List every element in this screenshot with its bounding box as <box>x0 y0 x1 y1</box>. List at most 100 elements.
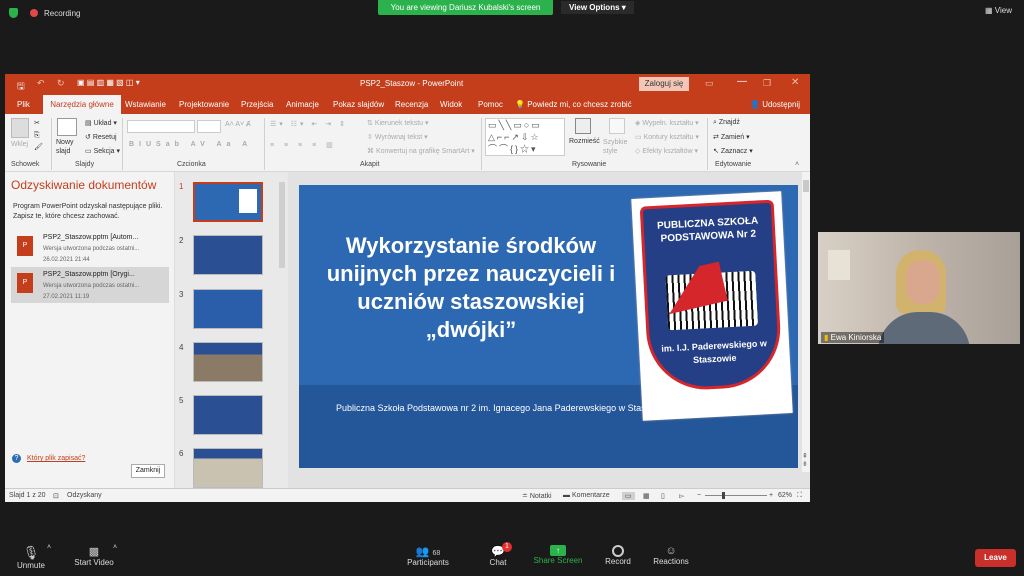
tab-design[interactable]: Projektowanie <box>179 100 229 109</box>
reset-button[interactable]: ↺ Resetuj <box>85 133 117 141</box>
close-icon[interactable]: ✕ <box>791 77 799 88</box>
title-bar: 🖫 ↶ ↻ ▣ ▤ ▥ ▦ ▧ ◫ ▾ PSP2_Staszow - Power… <box>5 74 810 94</box>
new-slide-label[interactable]: Nowy slajd <box>56 138 80 156</box>
slide-thumbnail[interactable] <box>193 395 263 435</box>
thumbnail-scrollbar[interactable] <box>279 182 285 268</box>
sorter-view-icon[interactable]: ▦ <box>643 492 650 500</box>
divider <box>122 118 123 170</box>
participants-icon: 👥 68 <box>415 546 441 558</box>
slide-counter: Slajd 1 z 20 <box>9 492 46 499</box>
slide-thumbnail-selected[interactable] <box>193 182 263 222</box>
current-slide[interactable]: Wykorzystanie środków unijnych przez nau… <box>299 185 798 468</box>
tab-insert[interactable]: Wstawianie <box>125 100 166 109</box>
tab-review[interactable]: Recenzja <box>395 100 428 109</box>
section-button[interactable]: ▭ Sekcja ▾ <box>85 147 120 155</box>
slide-thumbnail[interactable] <box>193 289 263 329</box>
select-button[interactable]: ↖ Zaznacz ▾ <box>713 147 753 155</box>
paste-label[interactable]: Wklej <box>11 141 28 148</box>
audio-options-chevron-icon[interactable]: ˄ <box>47 544 51 551</box>
participants-button[interactable]: 👥 68 Participants <box>404 545 452 567</box>
zoom-in-icon[interactable]: + <box>769 492 773 499</box>
arrange-button[interactable]: Rozmieść <box>569 138 600 145</box>
leave-button[interactable]: Leave <box>975 549 1016 567</box>
view-button[interactable]: ▦ View <box>985 6 1012 15</box>
fit-slide-icon[interactable]: ⛶ <box>797 492 802 500</box>
collapse-ribbon-icon[interactable]: ˄ <box>795 161 799 168</box>
record-button[interactable]: Record <box>600 545 636 566</box>
slideshow-view-icon[interactable]: ▻ <box>679 492 684 500</box>
list-icons[interactable]: ☰▾ ☷▾ ⇤ ⇥ ⇕ <box>270 120 348 128</box>
tab-slideshow[interactable]: Pokaz slajdów <box>333 100 384 109</box>
find-button[interactable]: ⌕ Znajdź <box>713 119 740 127</box>
redo-icon[interactable]: ↻ <box>57 78 65 89</box>
replace-button[interactable]: ⇄ Zamień ▾ <box>713 133 750 141</box>
reactions-icon: ☺ <box>665 545 677 557</box>
chat-badge: 1 <box>502 542 512 552</box>
align-text-button[interactable]: ⇳ Wyrównaj tekst ▾ <box>367 133 428 141</box>
maximize-icon[interactable]: ❐ <box>763 78 771 89</box>
reading-view-icon[interactable]: ▯ <box>661 492 665 500</box>
signin-button[interactable]: Zaloguj się <box>639 77 689 91</box>
quick-access-icons[interactable]: ▣ ▤ ▥ ▦ ▧ ◫ ▾ <box>77 78 140 87</box>
zoom-level[interactable]: 62% <box>778 492 792 499</box>
clipboard-icons[interactable]: ✂ ⎘ 🖌 <box>34 118 43 154</box>
slide-thumbnail[interactable] <box>193 235 263 275</box>
unmute-button[interactable]: 🎙 Unmute <box>14 545 48 570</box>
shape-outline-button[interactable]: ▭ Kontury kształtu ▾ <box>635 133 699 141</box>
divider <box>481 118 482 170</box>
prev-next-slide-icons[interactable]: ⇞ ⇟ <box>802 452 808 468</box>
tab-transitions[interactable]: Przejścia <box>241 100 273 109</box>
shape-effects-button[interactable]: ◇ Efekty kształtów ▾ <box>635 147 698 155</box>
view-options-button[interactable]: View Options ▾ <box>561 1 634 14</box>
slide-number: 5 <box>179 396 184 405</box>
shapes-gallery[interactable]: ▭╲╲▭○▭ △⌐⌐↗⇩☆ ⌒⌒{}☆▾ <box>485 118 565 156</box>
quick-styles-button[interactable]: Szybkie style <box>603 138 635 156</box>
minimize-icon[interactable]: — <box>737 76 747 87</box>
editor-scrollbar[interactable] <box>802 172 810 472</box>
quick-styles-icon[interactable] <box>609 118 625 134</box>
share-screen-button[interactable]: ↑ Share Screen <box>530 545 586 565</box>
font-name-input[interactable] <box>127 120 195 133</box>
shield-icon[interactable] <box>9 8 18 18</box>
normal-view-icon[interactable]: ▭ <box>622 492 635 500</box>
tab-file[interactable]: Plik <box>17 100 30 109</box>
notes-button[interactable]: ≐ Notatki <box>522 492 552 500</box>
save-icon[interactable]: 🖫 <box>17 79 25 95</box>
tab-animations[interactable]: Animacje <box>286 100 319 109</box>
recovered-file-item[interactable]: P PSP2_Staszow.pptm [Orygi... Wersja utw… <box>11 267 169 303</box>
ribbon-display-icon[interactable]: ▭ <box>705 78 714 89</box>
undo-icon[interactable]: ↶ <box>37 78 45 89</box>
text-direction-button[interactable]: ⇅ Kierunek tekstu ▾ <box>367 119 429 127</box>
shape-fill-button[interactable]: ◈ Wypełn. kształtu ▾ <box>635 119 699 127</box>
slide-thumbnail[interactable] <box>193 342 263 382</box>
recovery-title: Odzyskiwanie dokumentów <box>11 178 157 192</box>
tab-home[interactable]: Narzędzia główne <box>43 95 121 114</box>
reactions-button[interactable]: ☺ Reactions <box>650 545 692 566</box>
arrange-icon[interactable] <box>575 118 591 134</box>
recovered-file-item[interactable]: P PSP2_Staszow.pptm [Autom... Wersja utw… <box>11 230 169 266</box>
tab-view[interactable]: Widok <box>440 100 462 109</box>
font-size-input[interactable] <box>197 120 221 133</box>
close-recovery-button[interactable]: Zamknij <box>131 464 165 478</box>
accessibility-icon[interactable]: ⊡ <box>53 492 59 500</box>
group-paragraph: Akapit <box>360 161 380 168</box>
start-video-button[interactable]: ▩ Start Video <box>70 545 118 567</box>
new-slide-icon[interactable] <box>57 118 77 136</box>
font-format-icons[interactable]: BIUSab AV Aa A <box>129 141 252 148</box>
smartart-button[interactable]: ⌘ Konwertuj na grafikę SmartArt ▾ <box>367 147 475 155</box>
video-options-chevron-icon[interactable]: ˄ <box>113 544 117 551</box>
layout-button[interactable]: ▤ Układ ▾ <box>85 119 117 127</box>
align-icons[interactable]: ≡ ≡ ≡ ≡ ▥ <box>270 141 337 149</box>
video-off-icon: ▩ <box>88 546 100 558</box>
pptx-file-icon: P <box>17 273 33 293</box>
paste-icon[interactable] <box>11 118 29 138</box>
tab-help[interactable]: Pomoc <box>478 100 503 109</box>
tell-me-search[interactable]: 💡 Powiedz mi, co chcesz zrobić <box>515 100 632 109</box>
zoom-out-icon[interactable]: − <box>697 492 701 499</box>
zoom-slider[interactable] <box>705 492 767 499</box>
font-grow-shrink-icons[interactable]: A˄ A˅ Ⱥ <box>225 121 251 128</box>
slide-thumbnail[interactable] <box>193 448 263 488</box>
share-button[interactable]: 👤 Udostępnij <box>750 100 800 109</box>
comments-button[interactable]: ▬ Komentarze <box>563 492 610 499</box>
which-file-link[interactable]: Który plik zapisać? <box>27 455 85 462</box>
